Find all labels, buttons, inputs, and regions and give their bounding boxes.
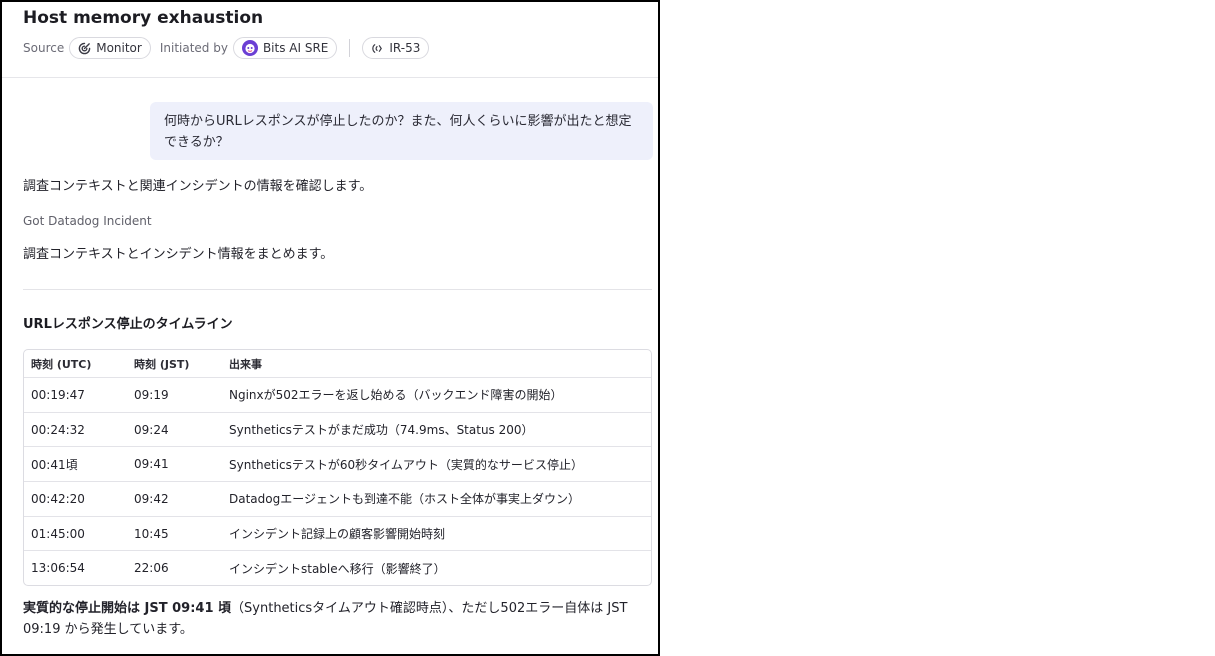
table-row: 00:24:32 09:24 Syntheticsテストがまだ成功（74.9ms… [24,411,651,447]
table-row: 01:45:00 10:45 インシデント記録上の顧客影響開始時刻 [24,515,651,551]
cell-event: Datadogエージェントも到達不能（ホスト全体が事実上ダウン） [229,492,580,507]
cell-utc: 00:42:20 [31,491,85,506]
timeline-table: 時刻 (UTC) 時刻 (JST) 出来事 00:19:47 09:19 Ngi… [23,349,652,587]
incident-id-pill[interactable]: IR-53 [362,37,430,59]
incident-panel: Host memory exhaustion Source Monitor In… [0,0,660,656]
cell-event: インシデント記録上の顧客影響開始時刻 [229,527,446,542]
user-message-bubble: 何時からURLレスポンスが停止したのか？また、何人くらいに影響が出たと想定できる… [150,102,653,160]
monitor-icon [78,42,91,55]
cell-jst: 10:45 [134,526,169,541]
summary-bold: 実質的な停止開始は JST 09:41 頃 [23,601,232,617]
table-row: 00:19:47 09:19 Nginxが502エラーを返し始める（バックエンド… [24,377,651,412]
timeline-heading: URLレスポンス停止のタイムライン [23,317,233,332]
cell-event: Syntheticsテストがまだ成功（74.9ms、Status 200） [229,423,534,438]
table-row: 00:41頃 09:41 Syntheticsテストが60秒タイムアウト（実質的… [24,446,651,481]
chat-content: 何時からURLレスポンスが停止したのか？また、何人くらいに影響が出たと想定できる… [2,102,658,640]
initiated-label: Initiated by [159,41,228,55]
cell-jst: 09:19 [134,387,169,402]
column-header-jst: 時刻 (JST) [134,357,190,371]
cell-event: Syntheticsテストが60秒タイムアウト（実質的なサービス停止） [229,457,583,472]
incident-id: IR-53 [389,41,421,55]
table-row: 13:06:54 22:06 インシデントstableへ移行（影響終了） [24,550,651,585]
cell-jst: 09:42 [134,491,169,506]
source-label: Source [23,41,65,55]
meta-divider [349,39,351,57]
cell-utc: 00:19:47 [31,387,85,402]
initiator-value: Bits AI SRE [262,41,329,55]
column-header-event: 出来事 [229,357,262,371]
table-header-row: 時刻 (UTC) 時刻 (JST) 出来事 [24,350,651,377]
cell-utc: 01:45:00 [31,526,85,541]
table-row: 00:42:20 09:42 Datadogエージェントも到達不能（ホスト全体が… [24,481,651,516]
summary-paragraph: 実質的な停止開始は JST 09:41 頃（Syntheticsタイムアウト確認… [23,598,655,640]
initiator-pill[interactable]: Bits AI SRE [232,37,338,59]
incident-meta: Source Monitor Initiated by Bits AI SRE … [23,35,637,61]
cell-jst: 22:06 [134,561,169,576]
assistant-reply-2: 調査コンテキストとインシデント情報をまとめます。 [23,247,334,262]
cell-utc: 00:41頃 [31,457,78,472]
source-pill[interactable]: Monitor [69,37,151,59]
incident-header: Host memory exhaustion Source Monitor In… [2,2,658,78]
tool-status-text[interactable]: Got Datadog Incident [23,211,658,231]
incident-title: Host memory exhaustion [23,8,264,28]
section-divider [23,289,652,290]
cell-event: インシデントstableへ移行（影響終了） [229,561,446,576]
cell-event: Nginxが502エラーを返し始める（バックエンド障害の開始） [229,388,563,403]
bits-ai-avatar-icon [241,40,258,56]
incident-icon [371,42,384,55]
cell-jst: 09:41 [134,457,169,472]
cell-utc: 00:24:32 [31,422,85,437]
assistant-reply-1: 調査コンテキストと関連インシデントの情報を確認します。 [23,179,373,194]
source-value: Monitor [96,41,142,55]
cell-utc: 13:06:54 [31,561,85,576]
column-header-utc: 時刻 (UTC) [31,357,92,371]
cell-jst: 09:24 [134,422,169,437]
